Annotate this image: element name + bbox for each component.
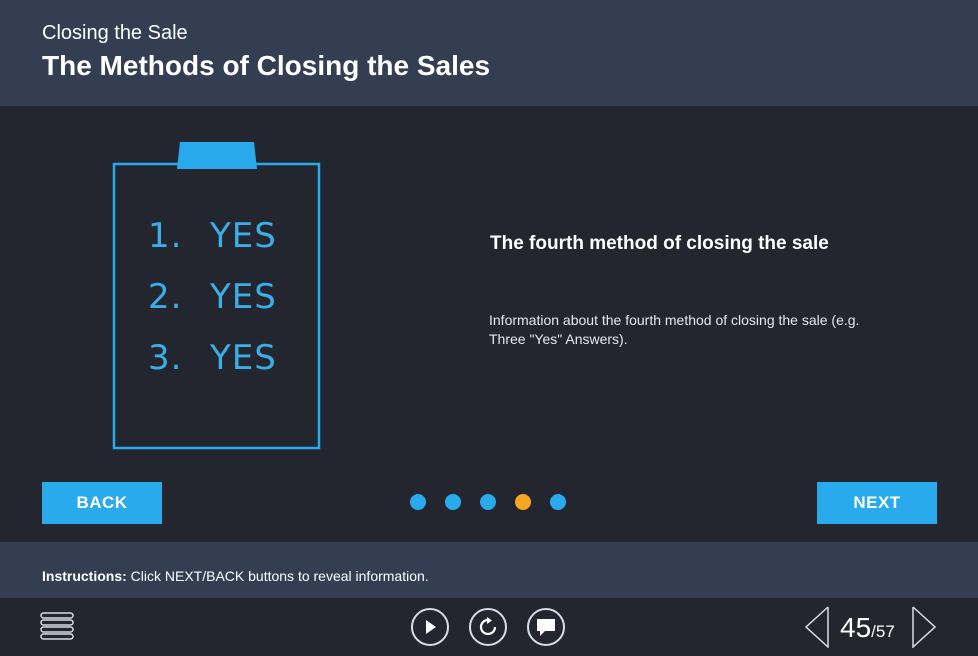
- progress-dot-5[interactable]: [550, 494, 566, 510]
- comment-button[interactable]: [527, 608, 565, 646]
- progress-dot-1[interactable]: [410, 494, 426, 510]
- instructions-label: Instructions:: [42, 568, 127, 584]
- replay-button[interactable]: [469, 608, 507, 646]
- instructions-body: Click NEXT/BACK buttons to reveal inform…: [126, 568, 429, 584]
- progress-dot-2[interactable]: [445, 494, 461, 510]
- back-button[interactable]: BACK: [42, 482, 162, 524]
- comment-icon: [537, 619, 555, 636]
- method-heading: The fourth method of closing the sale: [490, 233, 829, 254]
- clipboard-line-3: 3. YES: [148, 338, 277, 378]
- current-page: 45: [840, 612, 872, 643]
- course-subtitle: Closing the Sale: [42, 22, 188, 44]
- instructions-bar: Instructions: Click NEXT/BACK buttons to…: [0, 542, 978, 598]
- play-button[interactable]: [411, 608, 449, 646]
- header: Closing the Sale The Methods of Closing …: [0, 0, 978, 106]
- play-icon: [426, 620, 436, 634]
- instructions-text: Instructions: Click NEXT/BACK buttons to…: [42, 568, 429, 584]
- menu-icon[interactable]: [40, 612, 74, 640]
- progress-dot-4[interactable]: [515, 494, 531, 510]
- page-title: The Methods of Closing the Sales: [42, 50, 491, 81]
- progress-dot-3[interactable]: [480, 494, 496, 510]
- clipboard-line-2: 2. YES: [148, 277, 277, 317]
- clipboard-line-1: 1. YES: [148, 216, 277, 256]
- next-button[interactable]: NEXT: [817, 482, 937, 524]
- prev-arrow-icon[interactable]: [804, 606, 830, 649]
- player-footer: 45/57: [0, 598, 978, 656]
- progress-dots: [410, 494, 566, 510]
- replay-icon: [479, 617, 497, 636]
- page-counter: 45/57: [840, 612, 895, 644]
- method-description: Information about the fourth method of c…: [489, 312, 860, 347]
- next-arrow-icon[interactable]: [911, 606, 937, 649]
- total-pages: /57: [871, 622, 895, 641]
